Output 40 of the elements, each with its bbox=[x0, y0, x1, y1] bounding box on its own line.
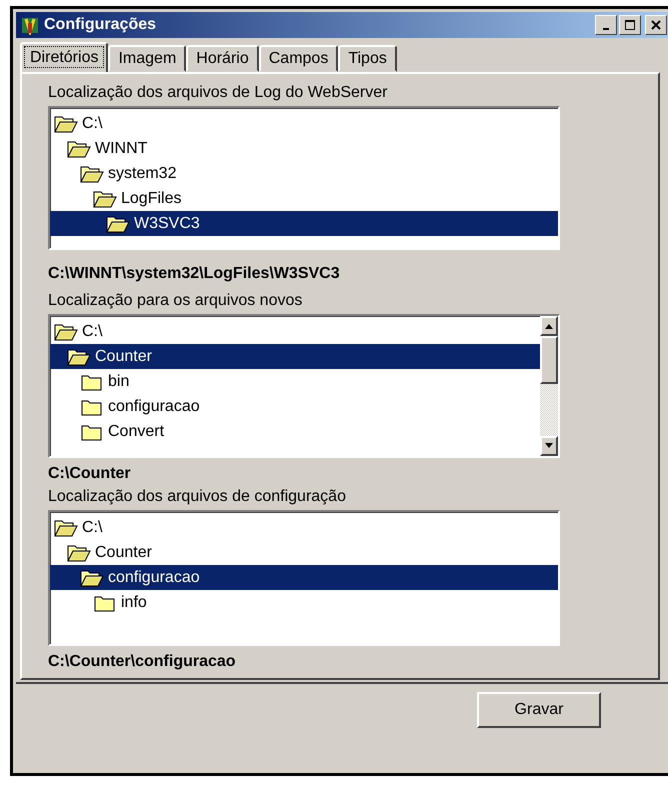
selected-path: C:\WINNT\system32\LogFiles\W3SVC3 bbox=[48, 264, 341, 284]
selected-path: C:\Counter bbox=[48, 464, 132, 484]
section-label: Localização dos arquivos de Log do WebServer bbox=[48, 84, 388, 102]
maximize-button[interactable] bbox=[619, 15, 641, 35]
close-button[interactable] bbox=[645, 15, 667, 35]
tab[interactable]: Campos bbox=[258, 45, 338, 72]
minimize-button[interactable] bbox=[595, 15, 617, 35]
section-label: Localização dos arquivos de configuração bbox=[48, 488, 347, 506]
folder-item[interactable]: configuracao bbox=[50, 565, 558, 590]
folder-item[interactable]: WINNT bbox=[50, 136, 558, 161]
tab[interactable]: Imagem bbox=[108, 45, 186, 72]
close-icon bbox=[651, 20, 661, 30]
folder-tree[interactable]: C:\ Counter configuracao info bbox=[48, 510, 560, 646]
folder-item[interactable]: Convert bbox=[50, 419, 540, 444]
tab[interactable]: Horário bbox=[186, 45, 259, 72]
scroll-down-icon bbox=[544, 443, 554, 449]
selected-path: C:\Counter\configuracao bbox=[48, 652, 237, 672]
maximize-icon bbox=[625, 20, 635, 30]
folder-tree[interactable]: C:\ Counter bin configuracao Convert bbox=[48, 314, 560, 458]
folder-item[interactable]: info bbox=[50, 590, 558, 615]
folder-item[interactable]: bin bbox=[50, 369, 540, 394]
app-icon bbox=[20, 15, 40, 35]
folder-tree[interactable]: C:\ WINNT system32 LogFiles W3SVC3 bbox=[48, 106, 560, 250]
scroll-up-icon bbox=[544, 323, 554, 329]
section-label: Localização para os arquivos novos bbox=[48, 292, 304, 310]
folder-item[interactable]: LogFiles bbox=[50, 186, 558, 211]
save-button[interactable]: Gravar bbox=[477, 692, 601, 728]
folder-item[interactable]: C:\ bbox=[50, 319, 540, 344]
folder-item[interactable]: configuracao bbox=[50, 394, 540, 419]
folder-item[interactable]: system32 bbox=[50, 161, 558, 186]
scrollbar[interactable] bbox=[540, 316, 558, 456]
folder-item[interactable]: C:\ bbox=[50, 111, 558, 136]
folder-item[interactable]: C:\ bbox=[50, 515, 558, 540]
folder-item[interactable]: W3SVC3 bbox=[50, 211, 558, 236]
minimize-icon bbox=[603, 28, 609, 30]
tab[interactable]: Tipos bbox=[338, 45, 397, 72]
folder-item[interactable]: Counter bbox=[50, 540, 558, 565]
folder-item[interactable]: Counter bbox=[50, 344, 540, 369]
tab[interactable]: Diretórios bbox=[20, 42, 108, 72]
window-title: Configurações bbox=[44, 16, 156, 34]
